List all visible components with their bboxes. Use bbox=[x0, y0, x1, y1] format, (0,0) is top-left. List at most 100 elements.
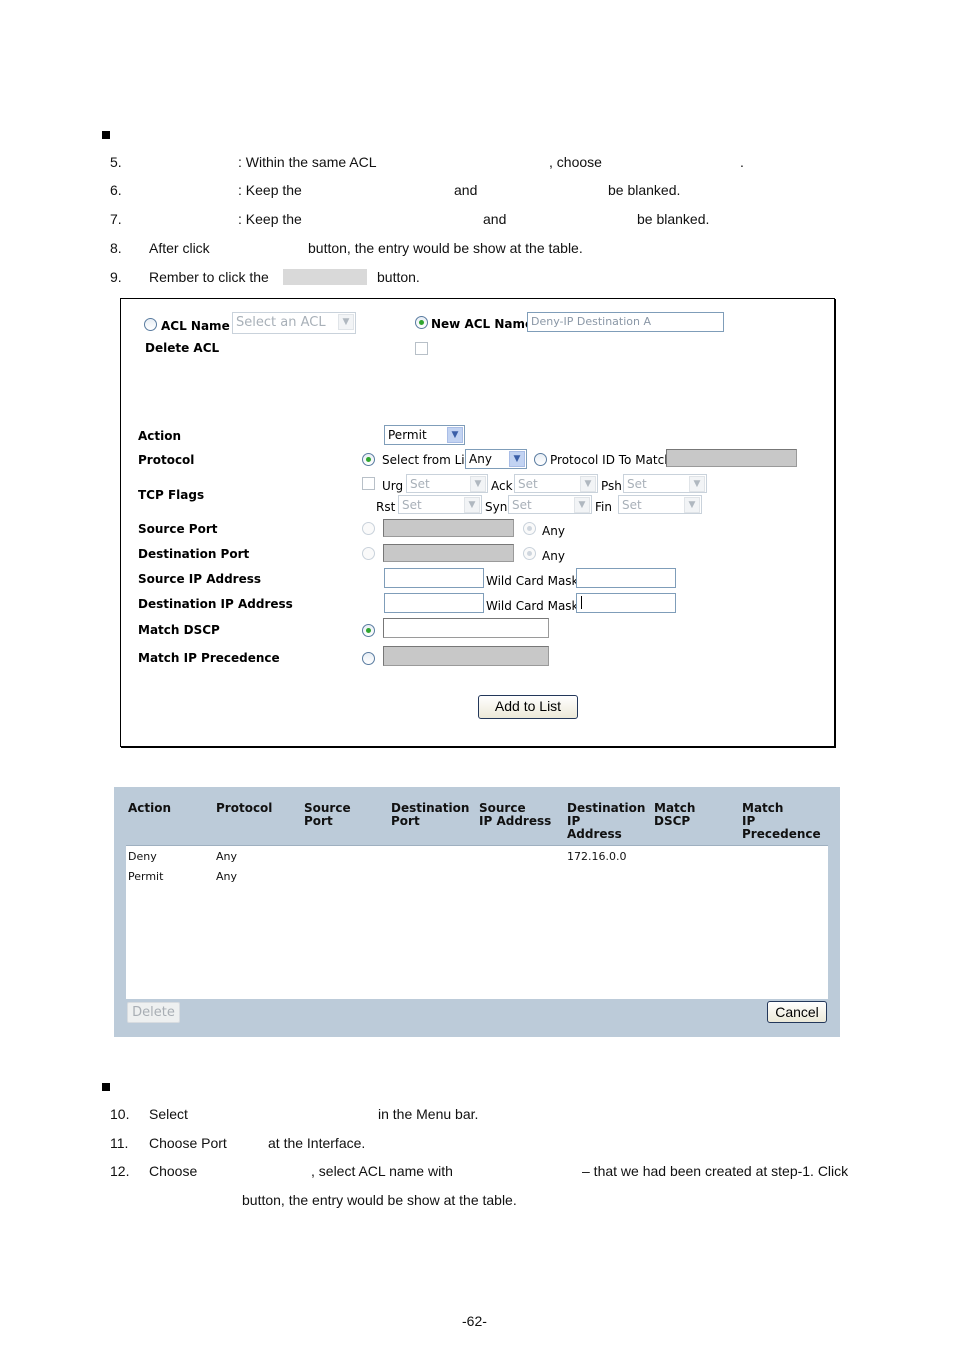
add-to-list-button[interactable]: Add to List bbox=[478, 695, 578, 719]
header-line: IP Address bbox=[479, 814, 552, 828]
delete-acl-label: Delete ACL bbox=[145, 341, 220, 355]
acl-name-radio[interactable] bbox=[144, 318, 157, 331]
flag-ack-select[interactable]: Set ▼ bbox=[514, 474, 598, 493]
chevron-down-icon: ▼ bbox=[509, 451, 525, 467]
protocol-label: Protocol bbox=[138, 453, 195, 467]
destination-port-any-radio[interactable] bbox=[523, 547, 536, 560]
destination-port-radio[interactable] bbox=[362, 547, 375, 560]
step-number: 9. bbox=[110, 269, 122, 285]
step-text: – that we had been created at step-1. Cl… bbox=[582, 1163, 849, 1179]
source-port-any-radio[interactable] bbox=[523, 522, 536, 535]
destination-port-input[interactable] bbox=[383, 544, 514, 562]
destination-port-label: Destination Port bbox=[138, 547, 250, 561]
cancel-button[interactable]: Cancel bbox=[767, 1001, 827, 1023]
chevron-down-icon: ▼ bbox=[338, 314, 354, 330]
match-ip-precedence-radio[interactable] bbox=[362, 652, 375, 665]
protocol-id-input[interactable] bbox=[666, 449, 797, 467]
match-ip-precedence-input[interactable] bbox=[383, 646, 549, 666]
protocol-id-label: Protocol ID To Match bbox=[550, 453, 672, 467]
header-line: Protocol bbox=[216, 801, 273, 815]
step-number: 10. bbox=[110, 1106, 130, 1122]
table-row[interactable]: Deny Any 172.16.0.0 bbox=[126, 850, 828, 868]
step-text: button, the entry would be show at the t… bbox=[308, 240, 583, 256]
cell-protocol: Any bbox=[216, 850, 238, 863]
step-number: 6. bbox=[110, 182, 122, 198]
select-from-list-label: Select from List bbox=[382, 453, 476, 467]
step-text: Rember to click the bbox=[149, 269, 269, 285]
destination-ip-label: Destination IP Address bbox=[138, 597, 293, 611]
flag-syn-select[interactable]: Set ▼ bbox=[508, 495, 592, 514]
header-line: DSCP bbox=[654, 814, 691, 828]
flag-urg-label: Urg bbox=[382, 479, 404, 493]
header-line: Address bbox=[567, 827, 622, 841]
acl-name-select[interactable]: Select an ACL ▼ bbox=[232, 312, 356, 334]
acl-name-select-value: Select an ACL bbox=[236, 315, 326, 330]
protocol-id-radio[interactable] bbox=[534, 453, 547, 466]
delete-acl-checkbox[interactable] bbox=[415, 342, 428, 355]
step-text: be blanked. bbox=[608, 182, 681, 198]
source-port-input[interactable] bbox=[383, 519, 514, 537]
tcp-flags-checkbox[interactable] bbox=[362, 477, 375, 490]
step-text: be blanked. bbox=[637, 211, 710, 227]
cell-action: Permit bbox=[128, 870, 164, 883]
step-text: and bbox=[454, 182, 478, 198]
flag-ack-label: Ack bbox=[491, 479, 513, 493]
section-bullet bbox=[102, 131, 110, 139]
flag-select-value: Set bbox=[410, 477, 430, 491]
step-text: : Keep the bbox=[238, 211, 302, 227]
flag-select-value: Set bbox=[402, 498, 422, 512]
header-line: Port bbox=[304, 814, 333, 828]
header-match-ip-precedence: Match IP Precedence bbox=[742, 802, 821, 841]
destination-ip-input[interactable] bbox=[384, 593, 484, 613]
chevron-down-icon: ▼ bbox=[684, 497, 700, 513]
step-number: 8. bbox=[110, 240, 122, 256]
source-ip-label: Source IP Address bbox=[138, 572, 262, 586]
step-number: 12. bbox=[110, 1163, 130, 1179]
new-acl-name-input[interactable]: Deny-IP Destination A bbox=[527, 312, 724, 332]
step-text: : Within the same ACL bbox=[238, 154, 377, 170]
acl-form-panel: ACL Name Select an ACL ▼ New ACL Name De… bbox=[120, 298, 835, 747]
flag-select-value: Set bbox=[622, 498, 642, 512]
delete-button[interactable]: Delete bbox=[127, 1002, 180, 1023]
action-select[interactable]: Permit ▼ bbox=[384, 425, 465, 445]
section-bullet bbox=[102, 1083, 110, 1091]
source-wildcard-input[interactable] bbox=[576, 568, 676, 588]
source-port-radio[interactable] bbox=[362, 522, 375, 535]
new-acl-name-label: New ACL Name bbox=[431, 317, 534, 331]
protocol-select-value: Any bbox=[469, 452, 492, 466]
cell-action: Deny bbox=[128, 850, 157, 863]
destination-wildcard-input[interactable] bbox=[576, 593, 676, 613]
chevron-down-icon: ▼ bbox=[470, 476, 486, 492]
protocol-select[interactable]: Any ▼ bbox=[465, 449, 527, 469]
match-dscp-radio[interactable] bbox=[362, 624, 375, 637]
step-text: Choose Port bbox=[149, 1135, 227, 1151]
cell-destination-ip: 172.16.0.0 bbox=[567, 850, 627, 863]
step-text: : Keep the bbox=[238, 182, 302, 198]
action-label: Action bbox=[138, 429, 182, 443]
destination-wildcard-label: Wild Card Mask bbox=[486, 599, 579, 613]
header-source-ip: Source IP Address bbox=[479, 802, 551, 828]
match-dscp-input[interactable] bbox=[383, 618, 549, 638]
source-ip-input[interactable] bbox=[384, 568, 484, 588]
step-text: . bbox=[740, 154, 744, 170]
step-text: button. bbox=[377, 269, 420, 285]
new-acl-name-radio[interactable] bbox=[415, 316, 428, 329]
step-number: 7. bbox=[110, 211, 122, 227]
source-port-label: Source Port bbox=[138, 522, 218, 536]
flag-fin-select[interactable]: Set ▼ bbox=[618, 495, 702, 514]
step-text: and bbox=[483, 211, 507, 227]
chevron-down-icon: ▼ bbox=[447, 427, 463, 443]
step-text: button, the entry would be show at the t… bbox=[242, 1192, 517, 1208]
flag-select-value: Set bbox=[512, 498, 532, 512]
tcp-flags-label: TCP Flags bbox=[138, 488, 205, 502]
step-text: Select bbox=[149, 1106, 188, 1122]
select-from-list-radio[interactable] bbox=[362, 453, 375, 466]
step-text: , choose bbox=[549, 154, 602, 170]
flag-psh-select[interactable]: Set ▼ bbox=[623, 474, 707, 493]
page-number: -62- bbox=[462, 1313, 487, 1329]
chevron-down-icon: ▼ bbox=[574, 497, 590, 513]
flag-rst-select[interactable]: Set ▼ bbox=[398, 495, 482, 514]
flag-select-value: Set bbox=[518, 477, 538, 491]
flag-urg-select[interactable]: Set ▼ bbox=[406, 474, 488, 493]
table-row[interactable]: Permit Any bbox=[126, 870, 828, 888]
